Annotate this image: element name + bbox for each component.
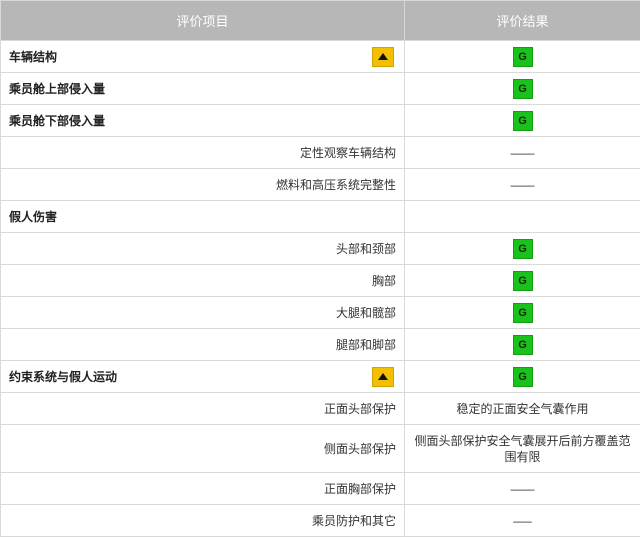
table-row: 正面头部保护 稳定的正面安全气囊作用 — [0, 392, 640, 425]
row-label: 正面胸部保护 — [323, 482, 396, 496]
row-label: 乘员防护和其它 — [311, 514, 396, 528]
header-evaluation-item: 评价项目 — [0, 0, 405, 41]
table-row: 定性观察车辆结构 —— — [0, 136, 640, 169]
good-rating-badge: G — [512, 110, 533, 131]
result-cell: —— — [404, 472, 640, 505]
result-text: 稳定的正面安全气囊作用 — [456, 402, 589, 416]
row-label: 乘员舱下部侵入量 — [9, 114, 106, 128]
row-label: 胸部 — [371, 274, 396, 288]
table-row: 头部和颈部 G — [0, 232, 640, 265]
subitem-label-cell: 燃料和高压系统完整性 — [0, 168, 405, 201]
table-body: 车辆结构 G 乘员舱上部侵入量 G 乘员舱下部侵入量 G 定性观察车辆结构 —— 燃料和高压系统… — [0, 40, 640, 537]
triangle-glyph — [378, 53, 388, 60]
rating-table: 评价项目 评价结果 车辆结构 G 乘员舱上部侵入量 G 乘员舱下部侵入量 G 定性观察车辆结… — [0, 0, 640, 537]
good-rating-badge: G — [512, 366, 533, 387]
good-rating-badge: G — [512, 238, 533, 259]
result-cell: G — [404, 296, 640, 329]
good-rating-badge: G — [512, 302, 533, 323]
table-row: 侧面头部保护 侧面头部保护安全气囊展开后前方覆盖范围有限 — [0, 424, 640, 473]
result-cell: G — [404, 104, 640, 137]
result-text: 侧面头部保护安全气囊展开后前方覆盖范围有限 — [414, 433, 631, 464]
row-label: 燃料和高压系统完整性 — [275, 178, 396, 192]
table-row: 大腿和髋部 G — [0, 296, 640, 329]
table-row: 胸部 G — [0, 264, 640, 297]
result-text: —— — [510, 177, 535, 192]
row-label: 侧面头部保护 — [323, 442, 396, 456]
row-label: 约束系统与假人运动 — [9, 370, 118, 384]
result-text: —— — [510, 145, 535, 160]
subitem-label-cell: 正面头部保护 — [0, 392, 405, 425]
row-label: 头部和颈部 — [335, 242, 396, 256]
row-label: 车辆结构 — [9, 50, 58, 64]
category-label-cell: 约束系统与假人运动 — [0, 360, 405, 393]
table-row: 燃料和高压系统完整性 —— — [0, 168, 640, 201]
category-label-cell: 假人伤害 — [0, 200, 405, 233]
result-cell: 侧面头部保护安全气囊展开后前方覆盖范围有限 — [404, 424, 640, 473]
table-row: 乘员防护和其它 —– — [0, 504, 640, 537]
subitem-label-cell: 侧面头部保护 — [0, 424, 405, 473]
rating-table-container: 评价项目 评价结果 车辆结构 G 乘员舱上部侵入量 G 乘员舱下部侵入量 G 定性观察车辆结… — [0, 0, 640, 540]
table-row: 乘员舱上部侵入量 G — [0, 72, 640, 105]
result-cell — [404, 200, 640, 233]
subitem-label-cell: 正面胸部保护 — [0, 472, 405, 505]
result-cell: 稳定的正面安全气囊作用 — [404, 392, 640, 425]
header-evaluation-result: 评价结果 — [404, 0, 640, 41]
good-rating-badge: G — [512, 46, 533, 67]
table-row: 正面胸部保护 —— — [0, 472, 640, 505]
row-label: 腿部和脚部 — [335, 338, 396, 352]
subitem-label-cell: 定性观察车辆结构 — [0, 136, 405, 169]
result-cell: G — [404, 72, 640, 105]
result-cell: —– — [404, 504, 640, 537]
subitem-label-cell: 胸部 — [0, 264, 405, 297]
good-rating-badge: G — [512, 78, 533, 99]
row-label: 乘员舱上部侵入量 — [9, 82, 106, 96]
result-cell: G — [404, 360, 640, 393]
result-cell: —— — [404, 136, 640, 169]
subitem-label-cell: 头部和颈部 — [0, 232, 405, 265]
subitem-label-cell: 大腿和髋部 — [0, 296, 405, 329]
category-label-cell: 乘员舱下部侵入量 — [0, 104, 405, 137]
result-cell: —— — [404, 168, 640, 201]
good-rating-badge: G — [512, 334, 533, 355]
row-label: 假人伤害 — [9, 210, 58, 224]
table-row: 车辆结构 G — [0, 40, 640, 73]
row-label: 定性观察车辆结构 — [299, 146, 396, 160]
row-label: 大腿和髋部 — [335, 306, 396, 320]
table-row: 乘员舱下部侵入量 G — [0, 104, 640, 137]
result-cell: G — [404, 264, 640, 297]
subitem-label-cell: 腿部和脚部 — [0, 328, 405, 361]
table-row: 腿部和脚部 G — [0, 328, 640, 361]
result-text: —— — [510, 481, 535, 496]
result-cell: G — [404, 328, 640, 361]
warning-triangle-icon — [372, 46, 394, 67]
category-label-cell: 乘员舱上部侵入量 — [0, 72, 405, 105]
category-label-cell: 车辆结构 — [0, 40, 405, 73]
triangle-glyph — [378, 373, 388, 380]
result-text: —– — [513, 513, 532, 528]
result-cell: G — [404, 40, 640, 73]
result-cell: G — [404, 232, 640, 265]
table-row: 假人伤害 — [0, 200, 640, 233]
warning-triangle-icon — [372, 366, 394, 387]
table-row: 约束系统与假人运动 G — [0, 360, 640, 393]
good-rating-badge: G — [512, 270, 533, 291]
table-header-row: 评价项目 评价结果 — [0, 0, 640, 41]
row-label: 正面头部保护 — [323, 402, 396, 416]
subitem-label-cell: 乘员防护和其它 — [0, 504, 405, 537]
